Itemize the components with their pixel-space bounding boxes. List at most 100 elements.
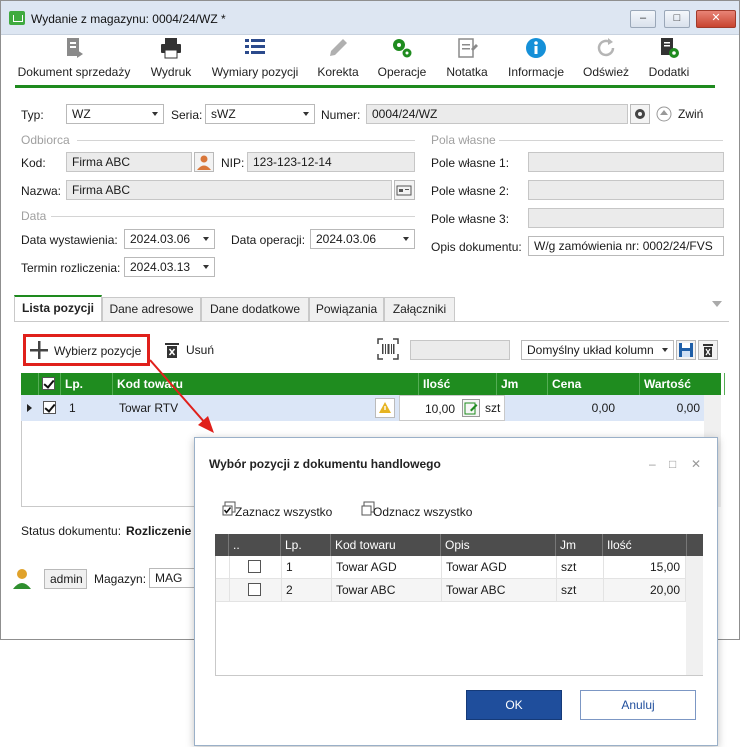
note-button[interactable]: Notatka <box>441 35 493 85</box>
select-all-checkbox[interactable] <box>42 377 55 390</box>
print-button[interactable]: Wydruk <box>143 35 199 85</box>
settings-button[interactable] <box>630 104 650 124</box>
warning-button[interactable] <box>375 398 395 418</box>
code-label: Kod: <box>21 156 46 170</box>
user-field[interactable]: admin <box>44 569 87 589</box>
col-price[interactable]: Cena <box>548 373 640 395</box>
tab-positions[interactable]: Lista pozycji <box>14 295 102 321</box>
addons-button[interactable]: Dodatki <box>641 35 697 85</box>
save-layout-button[interactable] <box>676 340 696 360</box>
trash-icon <box>165 343 179 358</box>
due-date-field[interactable]: 2024.03.13 <box>124 257 215 277</box>
number-field[interactable]: 0004/24/WZ <box>366 104 628 124</box>
operation-date-field[interactable]: 2024.03.06 <box>310 229 415 249</box>
col-unit[interactable]: Jm <box>497 373 548 395</box>
col-qty[interactable]: Ilość <box>419 373 497 395</box>
row-checkbox[interactable] <box>43 401 56 414</box>
contractor-button[interactable] <box>194 152 214 172</box>
cell-unit: szt <box>557 579 604 601</box>
select-positions-button[interactable]: Wybierz pozycje <box>23 334 150 366</box>
row-indicator <box>216 579 230 601</box>
col-lp[interactable]: Lp. <box>281 534 331 556</box>
cell-description: Towar AGD <box>442 556 557 578</box>
printer-icon <box>161 38 181 59</box>
type-label: Typ: <box>21 108 44 122</box>
col-code[interactable]: Kod towaru <box>331 534 441 556</box>
cell-lp: 1 <box>282 556 332 578</box>
select-all-button[interactable]: Zaznacz wszystko <box>222 501 347 523</box>
series-select[interactable]: sWZ <box>205 104 315 124</box>
dialog-maximize-button[interactable]: □ <box>669 457 676 471</box>
row-indicator <box>216 556 230 578</box>
group-divider <box>499 140 723 141</box>
custom-field-2[interactable] <box>528 180 724 200</box>
close-button[interactable]: ✕ <box>696 10 736 28</box>
deselect-all-button[interactable]: Odznacz wszystko <box>361 501 491 523</box>
nip-label: NIP: <box>221 156 245 170</box>
number-label: Numer: <box>321 108 361 122</box>
custom-field-1[interactable] <box>528 152 724 172</box>
dimensions-button[interactable]: Wymiary pozycji <box>207 35 303 85</box>
column-layout-select[interactable]: Domyślny układ kolumn <box>521 340 674 360</box>
barcode-scan-icon[interactable] <box>377 338 399 360</box>
cell-code: Towar ABC <box>332 579 442 601</box>
delete-layout-button[interactable] <box>698 340 718 360</box>
tab-address[interactable]: Dane adresowe <box>102 297 201 321</box>
col-lp[interactable]: Lp. <box>61 373 113 395</box>
cancel-button[interactable]: Anuluj <box>580 690 696 720</box>
collapse-button[interactable]: Zwiń <box>656 104 716 124</box>
dialog-grid: 1 Towar AGD Towar AGD szt 15,00 2 Towar … <box>215 556 703 676</box>
minimize-button[interactable]: – <box>630 10 656 28</box>
cell-lp: 2 <box>282 579 332 601</box>
collapse-up-icon <box>656 106 672 122</box>
nip-field[interactable]: 123-123-12-14 <box>247 152 415 172</box>
row-select-cell[interactable] <box>230 556 282 578</box>
dialog-grid-scrollbar[interactable] <box>686 556 703 675</box>
table-row[interactable]: 1 Towar AGD Towar AGD szt 15,00 <box>216 556 686 579</box>
tabs-dropdown-icon[interactable] <box>712 301 722 307</box>
col-description[interactable]: Opis <box>441 534 556 556</box>
user-icon <box>13 569 31 589</box>
refresh-icon <box>597 38 615 57</box>
barcode-input[interactable] <box>410 340 510 360</box>
dialog-title: Wybór pozycji z dokumentu handlowego <box>209 457 441 471</box>
dialog-minimize-button[interactable]: – <box>649 457 656 471</box>
ok-button[interactable]: OK <box>466 690 562 720</box>
description-field[interactable]: W/g zamówienia nr: 0002/24/FVS <box>528 236 724 256</box>
col-qty[interactable]: Ilość <box>603 534 687 556</box>
info-button[interactable]: Informacje <box>503 35 569 85</box>
refresh-button[interactable]: Odśwież <box>579 35 633 85</box>
pencil-icon <box>330 39 347 56</box>
select-all-column[interactable] <box>39 373 61 395</box>
row-select-cell[interactable] <box>230 579 282 601</box>
tab-additional[interactable]: Dane dodatkowe <box>201 297 309 321</box>
operations-button[interactable]: Operacje <box>373 35 431 85</box>
edit-qty-button[interactable] <box>462 399 480 417</box>
doc-sales-button[interactable]: Dokument sprzedaży <box>9 35 139 85</box>
tab-attachments[interactable]: Załączniki <box>384 297 455 321</box>
name-field[interactable]: Firma ABC <box>66 180 392 200</box>
type-select[interactable]: WZ <box>66 104 164 124</box>
correction-button[interactable]: Korekta <box>313 35 363 85</box>
code-field[interactable]: Firma ABC <box>66 152 192 172</box>
table-row[interactable]: 1 Towar RTV 10,00 szt 0,00 0,00 <box>21 395 705 421</box>
col-code[interactable]: Kod towaru <box>113 373 419 395</box>
row-checkbox[interactable] <box>248 560 261 573</box>
issue-date-field[interactable]: 2024.03.06 <box>124 229 215 249</box>
maximize-button[interactable]: □ <box>664 10 690 28</box>
table-row[interactable]: 2 Towar ABC Towar ABC szt 20,00 <box>216 579 686 602</box>
cell-lp: 1 <box>69 401 76 415</box>
dialog-close-button[interactable]: ✕ <box>691 457 701 471</box>
col-select[interactable]: .. <box>229 534 281 556</box>
dates-group-label: Data <box>21 209 47 223</box>
row-checkbox[interactable] <box>248 583 261 596</box>
tab-relations[interactable]: Powiązania <box>309 297 384 321</box>
custom-field-3[interactable] <box>528 208 724 228</box>
address-card-button[interactable] <box>394 180 415 200</box>
custom-fields-group-label: Pola własne <box>431 133 496 147</box>
delete-button[interactable]: Usuń <box>164 339 220 361</box>
col-value[interactable]: Wartość <box>640 373 725 395</box>
col-unit[interactable]: Jm <box>556 534 603 556</box>
custom-field-3-label: Pole własne 3: <box>431 212 510 226</box>
cell-qty: 15,00 <box>604 556 686 578</box>
